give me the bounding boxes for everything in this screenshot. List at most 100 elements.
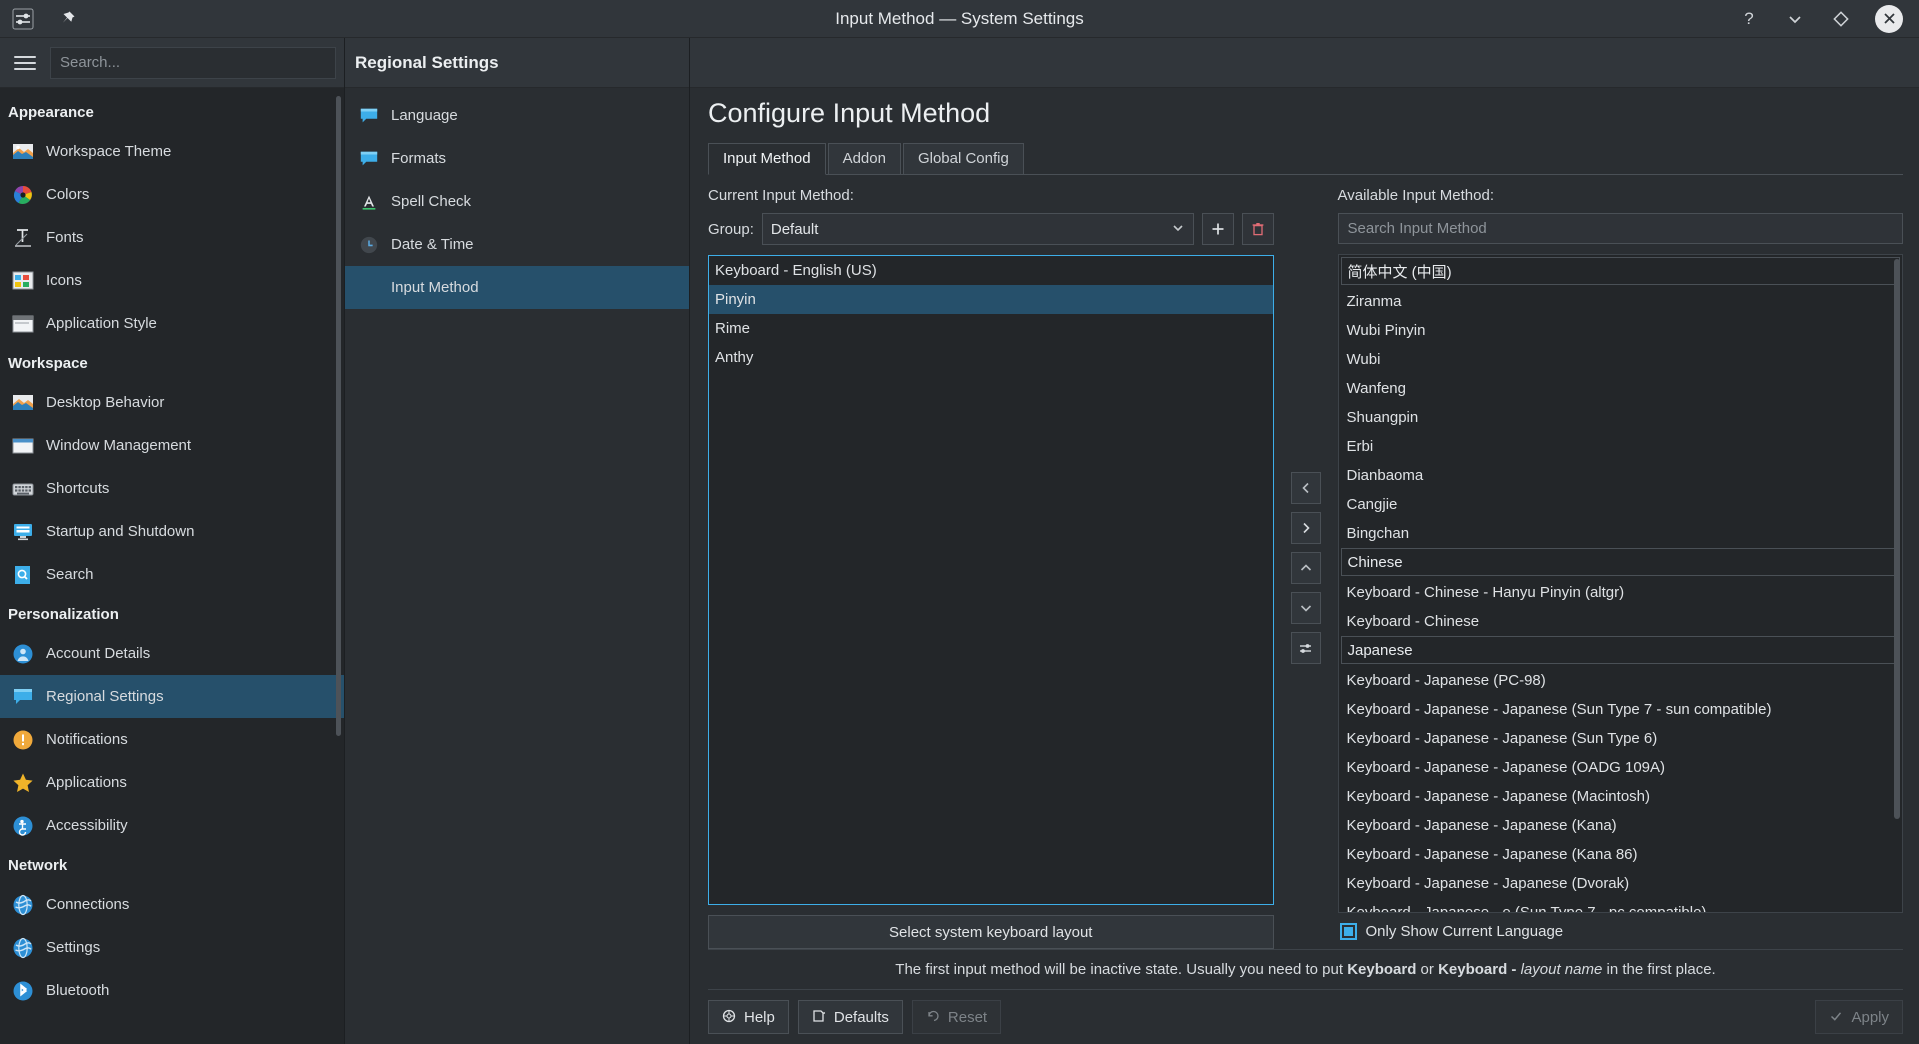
spell-check-icon bbox=[359, 192, 379, 212]
subnav-item-language[interactable]: Language bbox=[345, 94, 689, 137]
window-controls: ? bbox=[1737, 4, 1919, 33]
current-input-method-label: Current Input Method: bbox=[708, 187, 854, 204]
current-input-method-list[interactable]: Keyboard - English (US) Pinyin Rime Anth… bbox=[708, 255, 1274, 905]
available-input-method-list[interactable]: 简体中文 (中国) Ziranma Wubi Pinyin Wubi Wanfe… bbox=[1337, 254, 1903, 913]
list-item[interactable]: Shuangpin bbox=[1341, 403, 1901, 432]
pin-icon[interactable] bbox=[54, 6, 80, 32]
move-up-button[interactable] bbox=[1290, 552, 1321, 584]
sidebar-item-label: Settings bbox=[46, 939, 101, 956]
subnav-item-spell-check[interactable]: Spell Check bbox=[345, 180, 689, 223]
list-item[interactable]: Keyboard - Japanese - Japanese (Kana) bbox=[1341, 811, 1901, 840]
list-item[interactable]: Erbi bbox=[1341, 432, 1901, 461]
search-input[interactable]: Search... bbox=[50, 46, 336, 79]
help-icon[interactable]: ? bbox=[1737, 7, 1761, 31]
close-icon[interactable] bbox=[1875, 4, 1903, 33]
main-header-strip bbox=[690, 38, 1919, 88]
subnav-item-date-and-time[interactable]: Date & Time bbox=[345, 223, 689, 266]
diamond-icon[interactable] bbox=[1829, 7, 1853, 31]
sidebar-item-window-management[interactable]: Window Management bbox=[0, 424, 344, 467]
group-select[interactable]: Default bbox=[761, 213, 1194, 245]
startup-shutdown-icon bbox=[12, 521, 34, 543]
page-title: Configure Input Method bbox=[708, 98, 991, 128]
system-settings-window: Input Method — System Settings ? Search.… bbox=[0, 0, 1919, 1044]
sidebar-item-desktop-behavior[interactable]: Desktop Behavior bbox=[0, 381, 344, 424]
move-down-button[interactable] bbox=[1290, 592, 1321, 624]
list-item[interactable]: Keyboard - Japanese - Japanese (OADG 109… bbox=[1341, 753, 1901, 782]
fonts-icon bbox=[12, 227, 34, 249]
select-system-keyboard-layout-button[interactable]: Select system keyboard layout bbox=[708, 915, 1274, 949]
search-input-method-field[interactable]: Search Input Method bbox=[1337, 213, 1903, 245]
chevron-down-icon[interactable] bbox=[1783, 7, 1807, 31]
sidebar-item-application-style[interactable]: Application Style bbox=[0, 302, 344, 345]
sidebar-item-regional-settings[interactable]: Regional Settings bbox=[0, 675, 344, 718]
list-item[interactable]: Keyboard - Japanese - Japanese (Macintos… bbox=[1341, 782, 1901, 811]
help-button-label: Help bbox=[744, 1008, 775, 1026]
available-list-scrollbar[interactable] bbox=[1894, 259, 1900, 820]
sidebar-item-label: Bluetooth bbox=[46, 982, 110, 999]
list-item[interactable]: Keyboard - English (US) bbox=[709, 256, 1273, 285]
list-item[interactable]: Keyboard - Japanese - Japanese (Kana 86) bbox=[1341, 840, 1901, 869]
sidebar-item-accessibility[interactable]: Accessibility bbox=[0, 804, 344, 847]
sidebar-item-applications[interactable]: Applications bbox=[0, 761, 344, 804]
list-item[interactable]: Ziranma bbox=[1341, 287, 1901, 316]
list-item[interactable]: Anthy bbox=[709, 343, 1273, 372]
sidebar-item-connections[interactable]: Connections bbox=[0, 883, 344, 926]
list-item[interactable]: Keyboard - Japanese - Japanese (Sun Type… bbox=[1341, 724, 1901, 753]
list-item[interactable]: Keyboard - Chinese bbox=[1341, 607, 1901, 636]
sidebar-item-notifications[interactable]: Notifications bbox=[0, 718, 344, 761]
list-item[interactable]: Keyboard - Japanese - Japanese (Sun Type… bbox=[1341, 695, 1901, 724]
tab-input-method[interactable]: Input Method bbox=[708, 143, 826, 175]
sidebar-group-appearance: Appearance bbox=[8, 104, 94, 121]
sidebar-item-fonts[interactable]: Fonts bbox=[0, 216, 344, 259]
list-item[interactable]: Keyboard - Japanese (PC-98) bbox=[1341, 666, 1901, 695]
subnav-item-input-method[interactable]: Input Method bbox=[345, 266, 689, 309]
sliders-icon[interactable] bbox=[10, 6, 36, 32]
sidebar-item-colors[interactable]: Colors bbox=[0, 173, 344, 216]
sidebar-item-workspace-theme[interactable]: Workspace Theme bbox=[0, 130, 344, 173]
list-item[interactable]: Bingchan bbox=[1341, 519, 1901, 548]
add-input-method-button[interactable] bbox=[1290, 512, 1321, 544]
list-item[interactable]: Keyboard - Japanese - Japanese (Dvorak) bbox=[1341, 869, 1901, 898]
list-item[interactable]: Cangjie bbox=[1341, 490, 1901, 519]
list-item[interactable]: Dianbaoma bbox=[1341, 461, 1901, 490]
sidebar-scrollbar[interactable] bbox=[336, 96, 341, 736]
only-show-current-language-row[interactable]: Only Show Current Language bbox=[1338, 913, 1904, 949]
list-item[interactable]: Wubi bbox=[1341, 345, 1901, 374]
tab-global-config[interactable]: Global Config bbox=[902, 143, 1024, 174]
group-select-value: Default bbox=[770, 220, 819, 238]
hint-part-1: The first input method will be inactive … bbox=[895, 961, 1348, 978]
sidebar-item-search[interactable]: Search bbox=[0, 553, 344, 596]
tab-addon[interactable]: Addon bbox=[827, 143, 901, 174]
sidebar-item-network-settings[interactable]: Settings bbox=[0, 926, 344, 969]
list-item[interactable]: Wanfeng bbox=[1341, 374, 1901, 403]
apply-button-label: Apply bbox=[1851, 1008, 1889, 1026]
sidebar-item-startup-and-shutdown[interactable]: Startup and Shutdown bbox=[0, 510, 344, 553]
sidebar-item-account-details[interactable]: Account Details bbox=[0, 632, 344, 675]
sidebar-item-icons[interactable]: Icons bbox=[0, 259, 344, 302]
remove-input-method-button[interactable] bbox=[1290, 472, 1321, 504]
main-panel: Configure Input Method Input Method Addo… bbox=[690, 38, 1919, 1044]
configure-input-method-button[interactable] bbox=[1290, 632, 1321, 664]
list-item[interactable]: Rime bbox=[709, 314, 1273, 343]
help-button[interactable]: Help bbox=[708, 1000, 789, 1034]
date-time-icon bbox=[359, 235, 379, 255]
list-item[interactable]: Pinyin bbox=[709, 285, 1273, 314]
only-show-current-language-checkbox[interactable] bbox=[1339, 923, 1357, 940]
add-group-button[interactable] bbox=[1201, 213, 1234, 245]
sidebar-item-label: Notifications bbox=[46, 731, 128, 748]
subnav-item-formats[interactable]: Formats bbox=[345, 137, 689, 180]
remove-group-button[interactable] bbox=[1241, 213, 1274, 245]
list-item[interactable]: Wubi Pinyin bbox=[1341, 316, 1901, 345]
sidebar-item-bluetooth[interactable]: Bluetooth bbox=[0, 969, 344, 1012]
apply-button: Apply bbox=[1815, 1000, 1903, 1034]
defaults-button[interactable]: Defaults bbox=[797, 1000, 903, 1034]
list-item[interactable]: Keyboard - Japanese - e (Sun Type 7 - pc… bbox=[1341, 898, 1901, 912]
icons-icon bbox=[12, 270, 34, 292]
hamburger-icon[interactable] bbox=[10, 48, 40, 78]
hint-part-3: in the first place. bbox=[1602, 961, 1716, 978]
list-item[interactable]: Keyboard - Chinese - Hanyu Pinyin (altgr… bbox=[1341, 578, 1901, 607]
sidebar-item-shortcuts[interactable]: Shortcuts bbox=[0, 467, 344, 510]
list-group-header: Japanese bbox=[1340, 636, 1900, 665]
list-group-header: Chinese bbox=[1340, 548, 1900, 577]
available-input-method-column: Available Input Method: Search Input Met… bbox=[1337, 187, 1904, 949]
